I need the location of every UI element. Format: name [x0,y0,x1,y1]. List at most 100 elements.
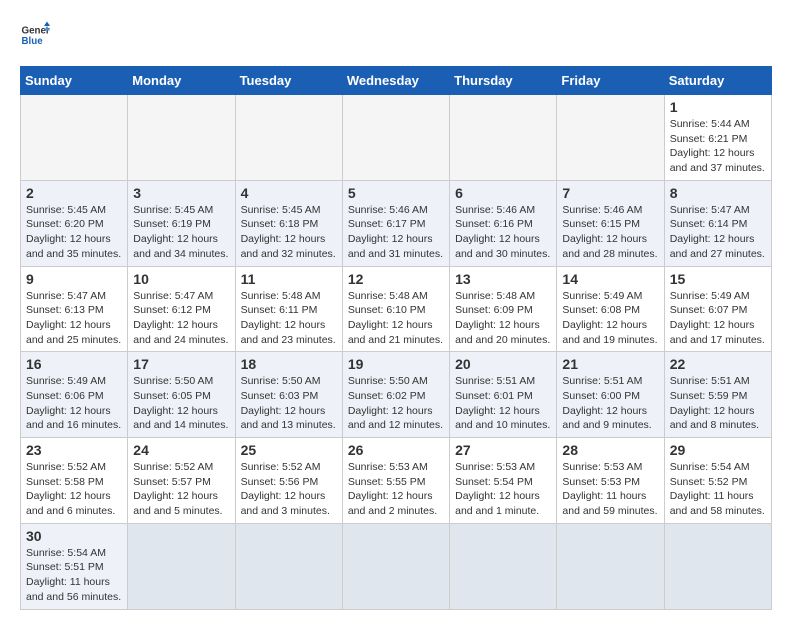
day-info: Sunrise: 5:45 AMSunset: 6:20 PMDaylight:… [26,203,122,262]
day-number: 28 [562,442,658,458]
logo-icon: General Blue [20,20,50,50]
daylight-hours: Daylight: 12 hours [26,232,122,247]
calendar-cell: 21Sunrise: 5:51 AMSunset: 6:00 PMDayligh… [557,352,664,438]
header-friday: Friday [557,67,664,95]
calendar-cell: 20Sunrise: 5:51 AMSunset: 6:01 PMDayligh… [450,352,557,438]
daylight-hours: Daylight: 11 hours [562,489,658,504]
daylight-hours: Daylight: 12 hours [348,489,444,504]
sunrise-text: Sunrise: 5:52 AM [133,460,229,475]
header-thursday: Thursday [450,67,557,95]
calendar-cell [21,95,128,181]
sunrise-text: Sunrise: 5:46 AM [455,203,551,218]
sunset-text: Sunset: 6:00 PM [562,389,658,404]
day-info: Sunrise: 5:53 AMSunset: 5:55 PMDaylight:… [348,460,444,519]
daylight-minutes: and and 25 minutes. [26,333,122,348]
day-number: 23 [26,442,122,458]
daylight-minutes: and and 16 minutes. [26,418,122,433]
header-wednesday: Wednesday [342,67,449,95]
day-info: Sunrise: 5:52 AMSunset: 5:58 PMDaylight:… [26,460,122,519]
day-number: 29 [670,442,766,458]
daylight-minutes: and and 12 minutes. [348,418,444,433]
calendar-table: SundayMondayTuesdayWednesdayThursdayFrid… [20,66,772,610]
calendar-week-row: 2Sunrise: 5:45 AMSunset: 6:20 PMDaylight… [21,180,772,266]
calendar-cell: 12Sunrise: 5:48 AMSunset: 6:10 PMDayligh… [342,266,449,352]
sunset-text: Sunset: 6:20 PM [26,217,122,232]
day-number: 15 [670,271,766,287]
day-info: Sunrise: 5:45 AMSunset: 6:19 PMDaylight:… [133,203,229,262]
daylight-hours: Daylight: 12 hours [562,232,658,247]
day-info: Sunrise: 5:51 AMSunset: 6:01 PMDaylight:… [455,374,551,433]
day-info: Sunrise: 5:54 AMSunset: 5:52 PMDaylight:… [670,460,766,519]
sunrise-text: Sunrise: 5:46 AM [562,203,658,218]
calendar-cell: 16Sunrise: 5:49 AMSunset: 6:06 PMDayligh… [21,352,128,438]
daylight-hours: Daylight: 12 hours [133,232,229,247]
day-info: Sunrise: 5:52 AMSunset: 5:57 PMDaylight:… [133,460,229,519]
day-number: 30 [26,528,122,544]
calendar-cell [128,523,235,609]
calendar-cell [235,95,342,181]
calendar-week-row: 23Sunrise: 5:52 AMSunset: 5:58 PMDayligh… [21,438,772,524]
daylight-minutes: and and 59 minutes. [562,504,658,519]
sunset-text: Sunset: 5:51 PM [26,560,122,575]
day-info: Sunrise: 5:54 AMSunset: 5:51 PMDaylight:… [26,546,122,605]
svg-text:General: General [22,26,51,37]
sunrise-text: Sunrise: 5:51 AM [562,374,658,389]
calendar-cell [557,95,664,181]
sunrise-text: Sunrise: 5:45 AM [26,203,122,218]
daylight-minutes: and and 28 minutes. [562,247,658,262]
day-info: Sunrise: 5:52 AMSunset: 5:56 PMDaylight:… [241,460,337,519]
sunrise-text: Sunrise: 5:48 AM [348,289,444,304]
calendar-cell: 9Sunrise: 5:47 AMSunset: 6:13 PMDaylight… [21,266,128,352]
calendar-week-row: 16Sunrise: 5:49 AMSunset: 6:06 PMDayligh… [21,352,772,438]
day-info: Sunrise: 5:46 AMSunset: 6:17 PMDaylight:… [348,203,444,262]
daylight-minutes: and and 31 minutes. [348,247,444,262]
sunrise-text: Sunrise: 5:52 AM [241,460,337,475]
daylight-minutes: and and 30 minutes. [455,247,551,262]
day-number: 25 [241,442,337,458]
daylight-minutes: and and 34 minutes. [133,247,229,262]
calendar-cell: 25 Sunrise: 5:52 AMSunset: 5:56 PMDayligh… [235,438,342,524]
sunrise-text: Sunrise: 5:50 AM [241,374,337,389]
calendar-cell: 11Sunrise: 5:48 AMSunset: 6:11 PMDayligh… [235,266,342,352]
calendar-cell: 23 Sunrise: 5:52 AMSunset: 5:58 PMDayligh… [21,438,128,524]
daylight-minutes: and and 5 minutes. [133,504,229,519]
sunset-text: Sunset: 5:57 PM [133,475,229,490]
sunrise-text: Sunrise: 5:49 AM [670,289,766,304]
day-info: Sunrise: 5:49 AMSunset: 6:07 PMDaylight:… [670,289,766,348]
daylight-minutes: and and 23 minutes. [241,333,337,348]
day-number: 16 [26,356,122,372]
day-number: 26 [348,442,444,458]
sunrise-text: Sunrise: 5:49 AM [562,289,658,304]
sunset-text: Sunset: 6:07 PM [670,303,766,318]
daylight-minutes: and and 8 minutes. [670,418,766,433]
daylight-hours: Daylight: 12 hours [26,489,122,504]
calendar-cell [342,523,449,609]
day-info: Sunrise: 5:47 AMSunset: 6:14 PMDaylight:… [670,203,766,262]
daylight-minutes: and and 17 minutes. [670,333,766,348]
day-info: Sunrise: 5:50 AMSunset: 6:05 PMDaylight:… [133,374,229,433]
daylight-minutes: and and 3 minutes. [241,504,337,519]
calendar-cell: 7Sunrise: 5:46 AMSunset: 6:15 PMDaylight… [557,180,664,266]
calendar-cell [450,523,557,609]
sunset-text: Sunset: 6:05 PM [133,389,229,404]
daylight-hours: Daylight: 12 hours [241,489,337,504]
day-info: Sunrise: 5:48 AMSunset: 6:09 PMDaylight:… [455,289,551,348]
header-tuesday: Tuesday [235,67,342,95]
sunrise-text: Sunrise: 5:53 AM [455,460,551,475]
day-number: 27 [455,442,551,458]
daylight-minutes: and and 9 minutes. [562,418,658,433]
day-info: Sunrise: 5:53 AMSunset: 5:54 PMDaylight:… [455,460,551,519]
calendar-cell [664,523,771,609]
sunrise-text: Sunrise: 5:54 AM [26,546,122,561]
sunset-text: Sunset: 6:13 PM [26,303,122,318]
daylight-minutes: and and 20 minutes. [455,333,551,348]
calendar-cell: 17Sunrise: 5:50 AMSunset: 6:05 PMDayligh… [128,352,235,438]
daylight-hours: Daylight: 11 hours [670,489,766,504]
calendar-cell [450,95,557,181]
daylight-minutes: and and 2 minutes. [348,504,444,519]
sunset-text: Sunset: 5:58 PM [26,475,122,490]
daylight-hours: Daylight: 12 hours [241,318,337,333]
sunset-text: Sunset: 6:03 PM [241,389,337,404]
daylight-hours: Daylight: 11 hours [26,575,122,590]
day-info: Sunrise: 5:45 AMSunset: 6:18 PMDaylight:… [241,203,337,262]
